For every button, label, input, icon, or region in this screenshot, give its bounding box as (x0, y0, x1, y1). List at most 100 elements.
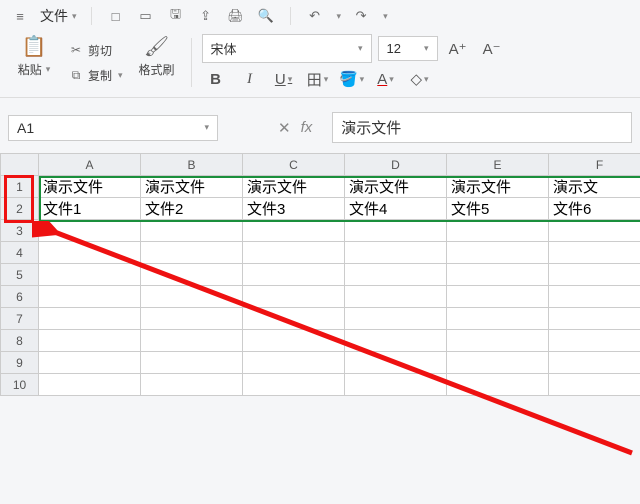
export-icon[interactable]: ⇪ (196, 6, 216, 26)
col-header[interactable]: C (243, 154, 345, 176)
cell[interactable] (243, 352, 345, 374)
cell[interactable]: 文件2 (141, 198, 243, 220)
row-header[interactable]: 8 (1, 330, 39, 352)
undo-icon[interactable]: ↶ (305, 6, 325, 26)
cell[interactable] (345, 242, 447, 264)
fx-icon[interactable]: fx (301, 119, 313, 136)
cell[interactable] (549, 352, 640, 374)
cell[interactable] (39, 286, 141, 308)
select-all-corner[interactable] (1, 154, 39, 176)
cell[interactable] (447, 352, 549, 374)
cell[interactable] (141, 286, 243, 308)
formula-input[interactable]: 演示文件 (332, 112, 632, 143)
cell[interactable] (447, 242, 549, 264)
file-menu[interactable]: 文件 ▾ (40, 6, 77, 26)
cell[interactable] (447, 220, 549, 242)
cell[interactable] (345, 308, 447, 330)
cell[interactable] (549, 374, 640, 396)
row-header[interactable]: 9 (1, 352, 39, 374)
menu-icon[interactable]: ≡ (10, 6, 30, 26)
cell[interactable] (549, 308, 640, 330)
preview-icon[interactable]: 🔍 (256, 6, 276, 26)
cell[interactable] (243, 286, 345, 308)
format-painter-button[interactable]: 🖌 格式刷 (133, 34, 181, 91)
font-size-select[interactable]: 12 ▾ (378, 36, 438, 61)
borders-button[interactable]: 田▾ (304, 67, 332, 91)
font-color-button[interactable]: A▾ (372, 67, 400, 91)
row-header[interactable]: 5 (1, 264, 39, 286)
copy-button[interactable]: ⧉ 复制 ▾ (64, 65, 127, 86)
cell[interactable] (39, 242, 141, 264)
cell[interactable] (243, 220, 345, 242)
row-header[interactable]: 1 (1, 176, 39, 198)
cell[interactable]: 演示文件 (39, 176, 141, 198)
cell[interactable] (39, 352, 141, 374)
cell[interactable] (243, 242, 345, 264)
cell[interactable] (141, 330, 243, 352)
cell[interactable] (39, 264, 141, 286)
cell[interactable] (447, 286, 549, 308)
cell[interactable] (39, 330, 141, 352)
cell[interactable] (243, 374, 345, 396)
paste-button[interactable]: 📋 粘贴 ▾ (10, 34, 58, 91)
chevron-down-icon[interactable]: ▾ (337, 11, 342, 22)
cell[interactable] (345, 286, 447, 308)
row-header[interactable]: 7 (1, 308, 39, 330)
row-header[interactable]: 2 (1, 198, 39, 220)
cell[interactable] (141, 308, 243, 330)
cell[interactable] (345, 220, 447, 242)
redo-icon[interactable]: ↷ (351, 6, 371, 26)
row-header[interactable]: 10 (1, 374, 39, 396)
col-header[interactable]: A (39, 154, 141, 176)
cell[interactable]: 演示文件 (447, 176, 549, 198)
font-name-select[interactable]: 宋体 ▾ (202, 34, 372, 63)
name-box[interactable]: A1 ▾ (8, 115, 218, 141)
cell[interactable] (447, 308, 549, 330)
cell[interactable] (243, 330, 345, 352)
italic-button[interactable]: I (236, 67, 264, 91)
cell[interactable] (345, 330, 447, 352)
open-icon[interactable]: ▭ (136, 6, 156, 26)
cell[interactable]: 文件6 (549, 198, 640, 220)
cell[interactable] (345, 264, 447, 286)
phonetic-guide-button[interactable]: ◇▾ (406, 67, 434, 91)
cancel-formula-icon[interactable]: ✕ (278, 119, 291, 137)
cell[interactable] (345, 374, 447, 396)
cell[interactable]: 演示文件 (345, 176, 447, 198)
cut-button[interactable]: ✂ 剪切 (64, 40, 127, 61)
col-header[interactable]: F (549, 154, 640, 176)
cell[interactable] (345, 352, 447, 374)
cell[interactable]: 文件4 (345, 198, 447, 220)
underline-button[interactable]: U▾ (270, 67, 298, 91)
save-icon[interactable]: 🖫 (166, 6, 186, 26)
print-icon[interactable]: 🖨 (226, 6, 246, 26)
cell[interactable]: 演示文件 (243, 176, 345, 198)
cell[interactable] (141, 374, 243, 396)
cell[interactable]: 演示文件 (141, 176, 243, 198)
cell[interactable] (243, 308, 345, 330)
cell[interactable]: 文件5 (447, 198, 549, 220)
cell[interactable]: 文件1 (39, 198, 141, 220)
cell[interactable] (549, 286, 640, 308)
cell[interactable]: 文件3 (243, 198, 345, 220)
cell[interactable] (447, 330, 549, 352)
col-header[interactable]: E (447, 154, 549, 176)
cell[interactable] (141, 352, 243, 374)
cell[interactable] (141, 242, 243, 264)
grow-font-button[interactable]: A⁺ (444, 37, 472, 61)
cell[interactable] (39, 220, 141, 242)
cell[interactable] (141, 220, 243, 242)
grid[interactable]: A B C D E F 1 演示文件 演示文件 演示文件 演示文件 演示文件 演… (0, 153, 640, 396)
cell[interactable] (549, 264, 640, 286)
cell[interactable] (39, 374, 141, 396)
row-header[interactable]: 4 (1, 242, 39, 264)
row-header[interactable]: 3 (1, 220, 39, 242)
cell[interactable] (243, 264, 345, 286)
row-header[interactable]: 6 (1, 286, 39, 308)
cell[interactable] (549, 242, 640, 264)
fill-color-button[interactable]: 🪣▾ (338, 67, 366, 91)
col-header[interactable]: D (345, 154, 447, 176)
new-doc-icon[interactable]: □ (106, 6, 126, 26)
chevron-down-icon[interactable]: ▾ (383, 11, 388, 22)
cell[interactable] (39, 308, 141, 330)
